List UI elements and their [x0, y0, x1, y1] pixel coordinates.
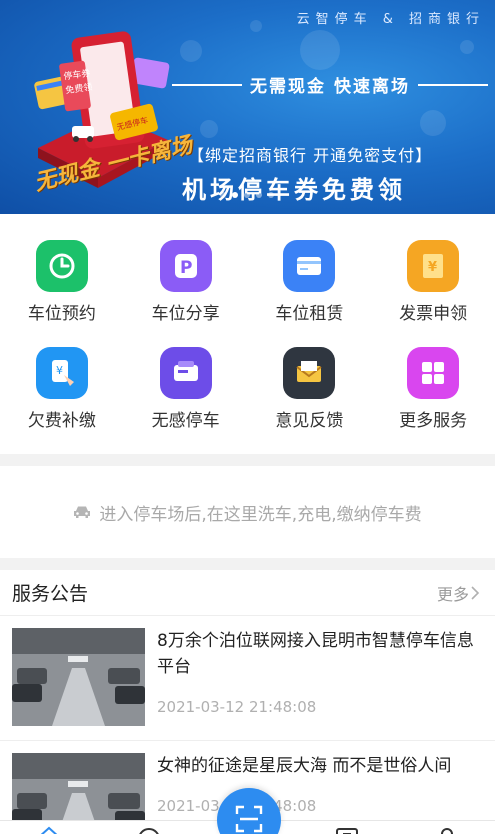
scan-icon: [235, 805, 263, 833]
news-item[interactable]: 8万余个泊位联网接入昆明市智慧停车信息平台 2021-03-12 21:48:08: [0, 616, 495, 740]
wallet-icon: [159, 347, 212, 399]
banner-slogan-row: 无需现金 快速离场: [172, 72, 489, 97]
svg-text:P: P: [180, 258, 192, 278]
svg-text:¥: ¥: [428, 260, 437, 275]
news-title: 8万余个泊位联网接入昆明市智慧停车信息平台: [157, 631, 474, 677]
news-time: 2021-03-12 21:48:08: [157, 698, 317, 716]
news-body: 8万余个泊位联网接入昆明市智慧停车信息平台 2021-03-12 21:48:08: [157, 628, 475, 740]
card-icon: [283, 240, 336, 292]
carousel-dots[interactable]: [220, 192, 274, 198]
discover-icon[interactable]: [136, 825, 162, 834]
feature-item[interactable]: 意见反馈: [248, 347, 372, 447]
feature-item[interactable]: 车位预约: [0, 240, 124, 340]
order-icon[interactable]: [334, 825, 360, 834]
more-link[interactable]: 更多: [437, 581, 481, 605]
svg-text:¥: ¥: [56, 364, 63, 377]
chevron-right-icon: [471, 585, 480, 600]
feature-label: 无感停车: [151, 411, 220, 431]
feature-label: 车位租赁: [275, 304, 344, 324]
tap-pay-icon: ¥: [35, 347, 88, 399]
clock-icon: [35, 240, 88, 292]
parking-share-icon: P: [159, 240, 212, 292]
banner-bind-line: 【绑定招商银行 开通免密支付】: [188, 146, 433, 165]
invoice-icon: ¥: [407, 240, 460, 292]
feature-item[interactable]: ¥ 欠费补缴: [0, 347, 124, 447]
carousel-dot[interactable]: [220, 192, 226, 198]
carousel-dot[interactable]: [244, 192, 250, 198]
feature-item[interactable]: 无感停车: [124, 347, 248, 447]
notice-text: 进入停车场后,在这里洗车,充电,缴纳停车费: [99, 504, 422, 525]
app-root: 云智停车 & 招商银行 停车券 免费领 无感停车 无现金 一卡离场 无需现金 快…: [0, 0, 495, 834]
grid-icon: [407, 347, 460, 399]
feature-grid: 车位预约 P 车位分享 车位租赁 ¥ 发票申领 ¥ 欠费补缴 无感停车 意见反馈 更多服务: [0, 214, 495, 454]
feature-label: 车位分享: [151, 304, 220, 324]
feature-item[interactable]: 更多服务: [371, 347, 495, 447]
announcement-header: 服务公告 更多: [0, 570, 495, 616]
feature-item[interactable]: 车位租赁: [248, 240, 372, 340]
feature-label: 发票申领: [399, 304, 468, 324]
envelope-icon: [283, 347, 336, 399]
feature-item[interactable]: ¥ 发票申领: [371, 240, 495, 340]
banner-brand: 云智停车 & 招商银行: [296, 12, 485, 27]
banner-slogan: 无需现金 快速离场: [250, 77, 410, 97]
car-icon: [74, 506, 91, 518]
feature-item[interactable]: P 车位分享: [124, 240, 248, 340]
feature-label: 车位预约: [27, 304, 96, 324]
more-label: 更多: [436, 584, 469, 604]
announcement-title: 服务公告: [12, 583, 89, 605]
home-icon[interactable]: [36, 825, 62, 834]
news-title: 女神的征途是星辰大海 而不是世俗人间: [157, 756, 452, 776]
carousel-dot[interactable]: [256, 192, 262, 198]
feature-label: 意见反馈: [275, 411, 344, 431]
carousel-dot[interactable]: [268, 192, 274, 198]
promo-banner[interactable]: 云智停车 & 招商银行 停车券 免费领 无感停车 无现金 一卡离场 无需现金 快…: [0, 0, 495, 214]
banner-headline: 机场停车券免费领: [182, 176, 406, 204]
feature-label: 更多服务: [399, 411, 468, 431]
feature-label: 欠费补缴: [27, 411, 96, 431]
news-time: 2021-03-12 21:48:08: [157, 797, 317, 815]
parking-garage-thumbnail: [12, 628, 145, 726]
notice-bar[interactable]: 进入停车场后,在这里洗车,充电,缴纳停车费: [0, 466, 495, 558]
carousel-dot[interactable]: [232, 192, 238, 198]
profile-icon[interactable]: [434, 825, 460, 834]
